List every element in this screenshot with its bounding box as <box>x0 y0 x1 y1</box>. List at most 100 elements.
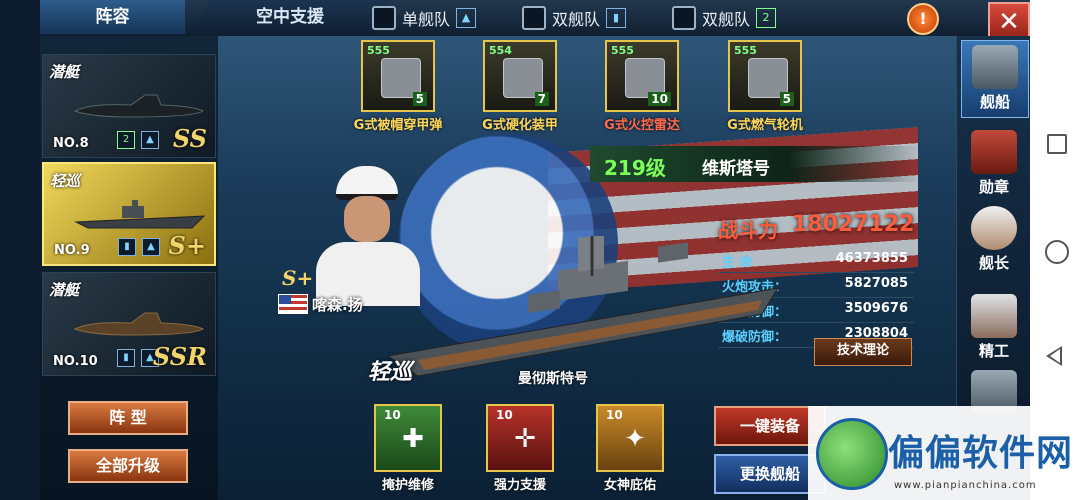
us-flag-icon <box>278 294 308 314</box>
ship-number: NO.9 <box>54 243 90 258</box>
nav-label: 精工 <box>978 342 1009 360</box>
watermark-text: 偏偏软件网 <box>888 433 1074 474</box>
upgrade-all-button[interactable]: 全部升级 <box>68 449 188 483</box>
skill-frame: 10 ✚ <box>374 404 442 472</box>
captain-icon <box>971 206 1017 250</box>
equipment-frame: 555 5 <box>728 40 802 112</box>
formation-button[interactable]: 阵 型 <box>68 401 188 435</box>
tab-air-support[interactable]: 空中支援 <box>190 0 390 34</box>
double-fleet-icon: ▮ <box>606 8 627 28</box>
equipment-level: 555 <box>734 44 757 57</box>
ship-class: 219级 <box>604 156 666 180</box>
ship-icon <box>972 45 1018 89</box>
watermark: 偏偏软件网 www.pianpianchina.com <box>808 406 1083 500</box>
checkbox-label: 单舰队 <box>402 10 451 29</box>
ship-grade: S+ <box>168 231 206 260</box>
ship-type-tag: 轻巡 <box>368 360 413 385</box>
ship-type-label: 潜艇 <box>49 63 80 81</box>
back-icon[interactable] <box>1046 346 1062 366</box>
support-plus-icon: ✛ <box>514 424 536 454</box>
equipment-frame: 555 5 <box>361 40 435 112</box>
double-fleet-icon: ▮ <box>117 349 135 367</box>
skill-slot[interactable]: 10 ✦ 女神庇佑 <box>592 404 668 500</box>
skill-level: 10 <box>606 408 623 422</box>
double-fleet-icon: 2 <box>117 131 135 149</box>
double-fleet-icon: ▮ <box>118 238 136 256</box>
skill-level: 10 <box>496 408 513 422</box>
equipment-name: G式火控雷达 <box>604 118 680 133</box>
equipment-slot[interactable]: 555 5 G式燃气轮机 <box>727 40 803 136</box>
cruiser-illustration <box>386 236 780 377</box>
ship-grade: SSR <box>152 342 207 371</box>
combat-power-value: 18027122 <box>792 212 915 237</box>
ship-type-label: 轻巡 <box>50 172 81 190</box>
medal-icon <box>971 130 1017 174</box>
double-fleet-checkbox-2[interactable]: 双舰队 2 <box>672 6 777 30</box>
ship-number: NO.10 <box>53 354 98 369</box>
equipment-slot[interactable]: 554 7 G式硬化装甲 <box>482 40 558 136</box>
ship-number: NO.8 <box>53 136 89 151</box>
checkbox-box[interactable] <box>522 6 546 30</box>
single-fleet-icon: ▲ <box>142 238 160 256</box>
recent-apps-icon[interactable] <box>1047 134 1067 154</box>
equipment-count: 10 <box>648 92 671 106</box>
stat-value: 3509676 <box>844 301 908 316</box>
ship-subtitle: 曼彻斯特号 <box>518 371 588 387</box>
skill-slot[interactable]: 10 ✛ 强力支援 <box>482 404 558 500</box>
double-fleet-checkbox-1[interactable]: 双舰队 ▮ <box>522 6 627 30</box>
repair-cross-icon: ✚ <box>402 424 424 454</box>
double-fleet-icon: 2 <box>756 8 777 28</box>
single-fleet-checkbox[interactable]: 单舰队 ▲ <box>372 6 477 30</box>
nav-captain[interactable]: 舰长 <box>961 202 1027 278</box>
refine-icon <box>971 294 1017 338</box>
equipment-slot[interactable]: 555 5 G式被帽穿甲弹 <box>354 40 442 136</box>
single-fleet-icon: ▲ <box>141 131 159 149</box>
ship-card-no10[interactable]: 潜艇 NO.10 ▮ ▲ SSR <box>42 272 216 376</box>
skill-frame: 10 ✦ <box>596 404 664 472</box>
info-button[interactable]: ! <box>907 3 939 35</box>
skill-slot[interactable]: 10 ✚ 掩护维修 <box>370 404 446 500</box>
nav-medal[interactable]: 勋章 <box>961 126 1027 202</box>
skill-frame: 10 ✛ <box>486 404 554 472</box>
fleet-icons: ▮ ▲ <box>118 238 160 256</box>
skill-name: 强力支援 <box>493 478 546 493</box>
skill-name: 女神庇佑 <box>603 478 656 493</box>
equipment-name: G式燃气轮机 <box>727 118 803 133</box>
equipment-slot[interactable]: 555 10 G式火控雷达 <box>604 40 680 136</box>
checkbox-box[interactable] <box>372 6 396 30</box>
nav-label: 舰船 <box>979 93 1010 111</box>
captain-grade: S+ <box>282 266 314 290</box>
tech-theory-button[interactable]: 技术理论 <box>814 338 912 366</box>
ship-name: 维斯塔号 <box>702 159 770 179</box>
captain-name: 喀森.扬 <box>312 296 363 314</box>
checkbox-label: 双舰队 <box>702 10 751 29</box>
watermark-logo-icon <box>816 418 888 490</box>
equipment-count: 5 <box>412 92 427 106</box>
home-icon[interactable] <box>1045 240 1069 264</box>
equipment-frame: 555 10 <box>605 40 679 112</box>
nav-label: 勋章 <box>978 178 1009 196</box>
watermark-url: www.pianpianchina.com <box>894 480 1037 491</box>
nav-refine[interactable]: 精工 <box>961 290 1027 366</box>
ship-grade: SS <box>172 124 207 153</box>
equipment-count: 7 <box>534 92 549 106</box>
ship-card-no8[interactable]: 潜艇 NO.8 2 ▲ SS <box>42 54 216 158</box>
tab-lineup[interactable]: 阵容 <box>40 0 185 34</box>
nav-ship[interactable]: 舰船 <box>961 40 1029 118</box>
equipment-level: 555 <box>367 44 390 57</box>
checkbox-label: 双舰队 <box>552 10 601 29</box>
ship-card-no9[interactable]: 轻巡 NO.9 ▮ ▲ S+ <box>42 162 216 266</box>
captain-cap <box>336 166 398 200</box>
goddess-shield-icon: ✦ <box>624 424 646 454</box>
equipment-count: 5 <box>779 92 794 106</box>
nav-label: 舰长 <box>978 254 1009 272</box>
checkbox-box[interactable] <box>672 6 696 30</box>
equipment-level: 555 <box>611 44 634 57</box>
ship-name-plate: 219级 维斯塔号 <box>590 146 920 182</box>
stat-value: 46373855 <box>835 251 908 266</box>
equipment-name: G式硬化装甲 <box>482 118 558 133</box>
stat-value: 5827085 <box>844 276 908 291</box>
submarine-icon <box>73 94 205 118</box>
single-fleet-icon: ▲ <box>456 8 477 28</box>
submarine-icon <box>73 312 205 336</box>
